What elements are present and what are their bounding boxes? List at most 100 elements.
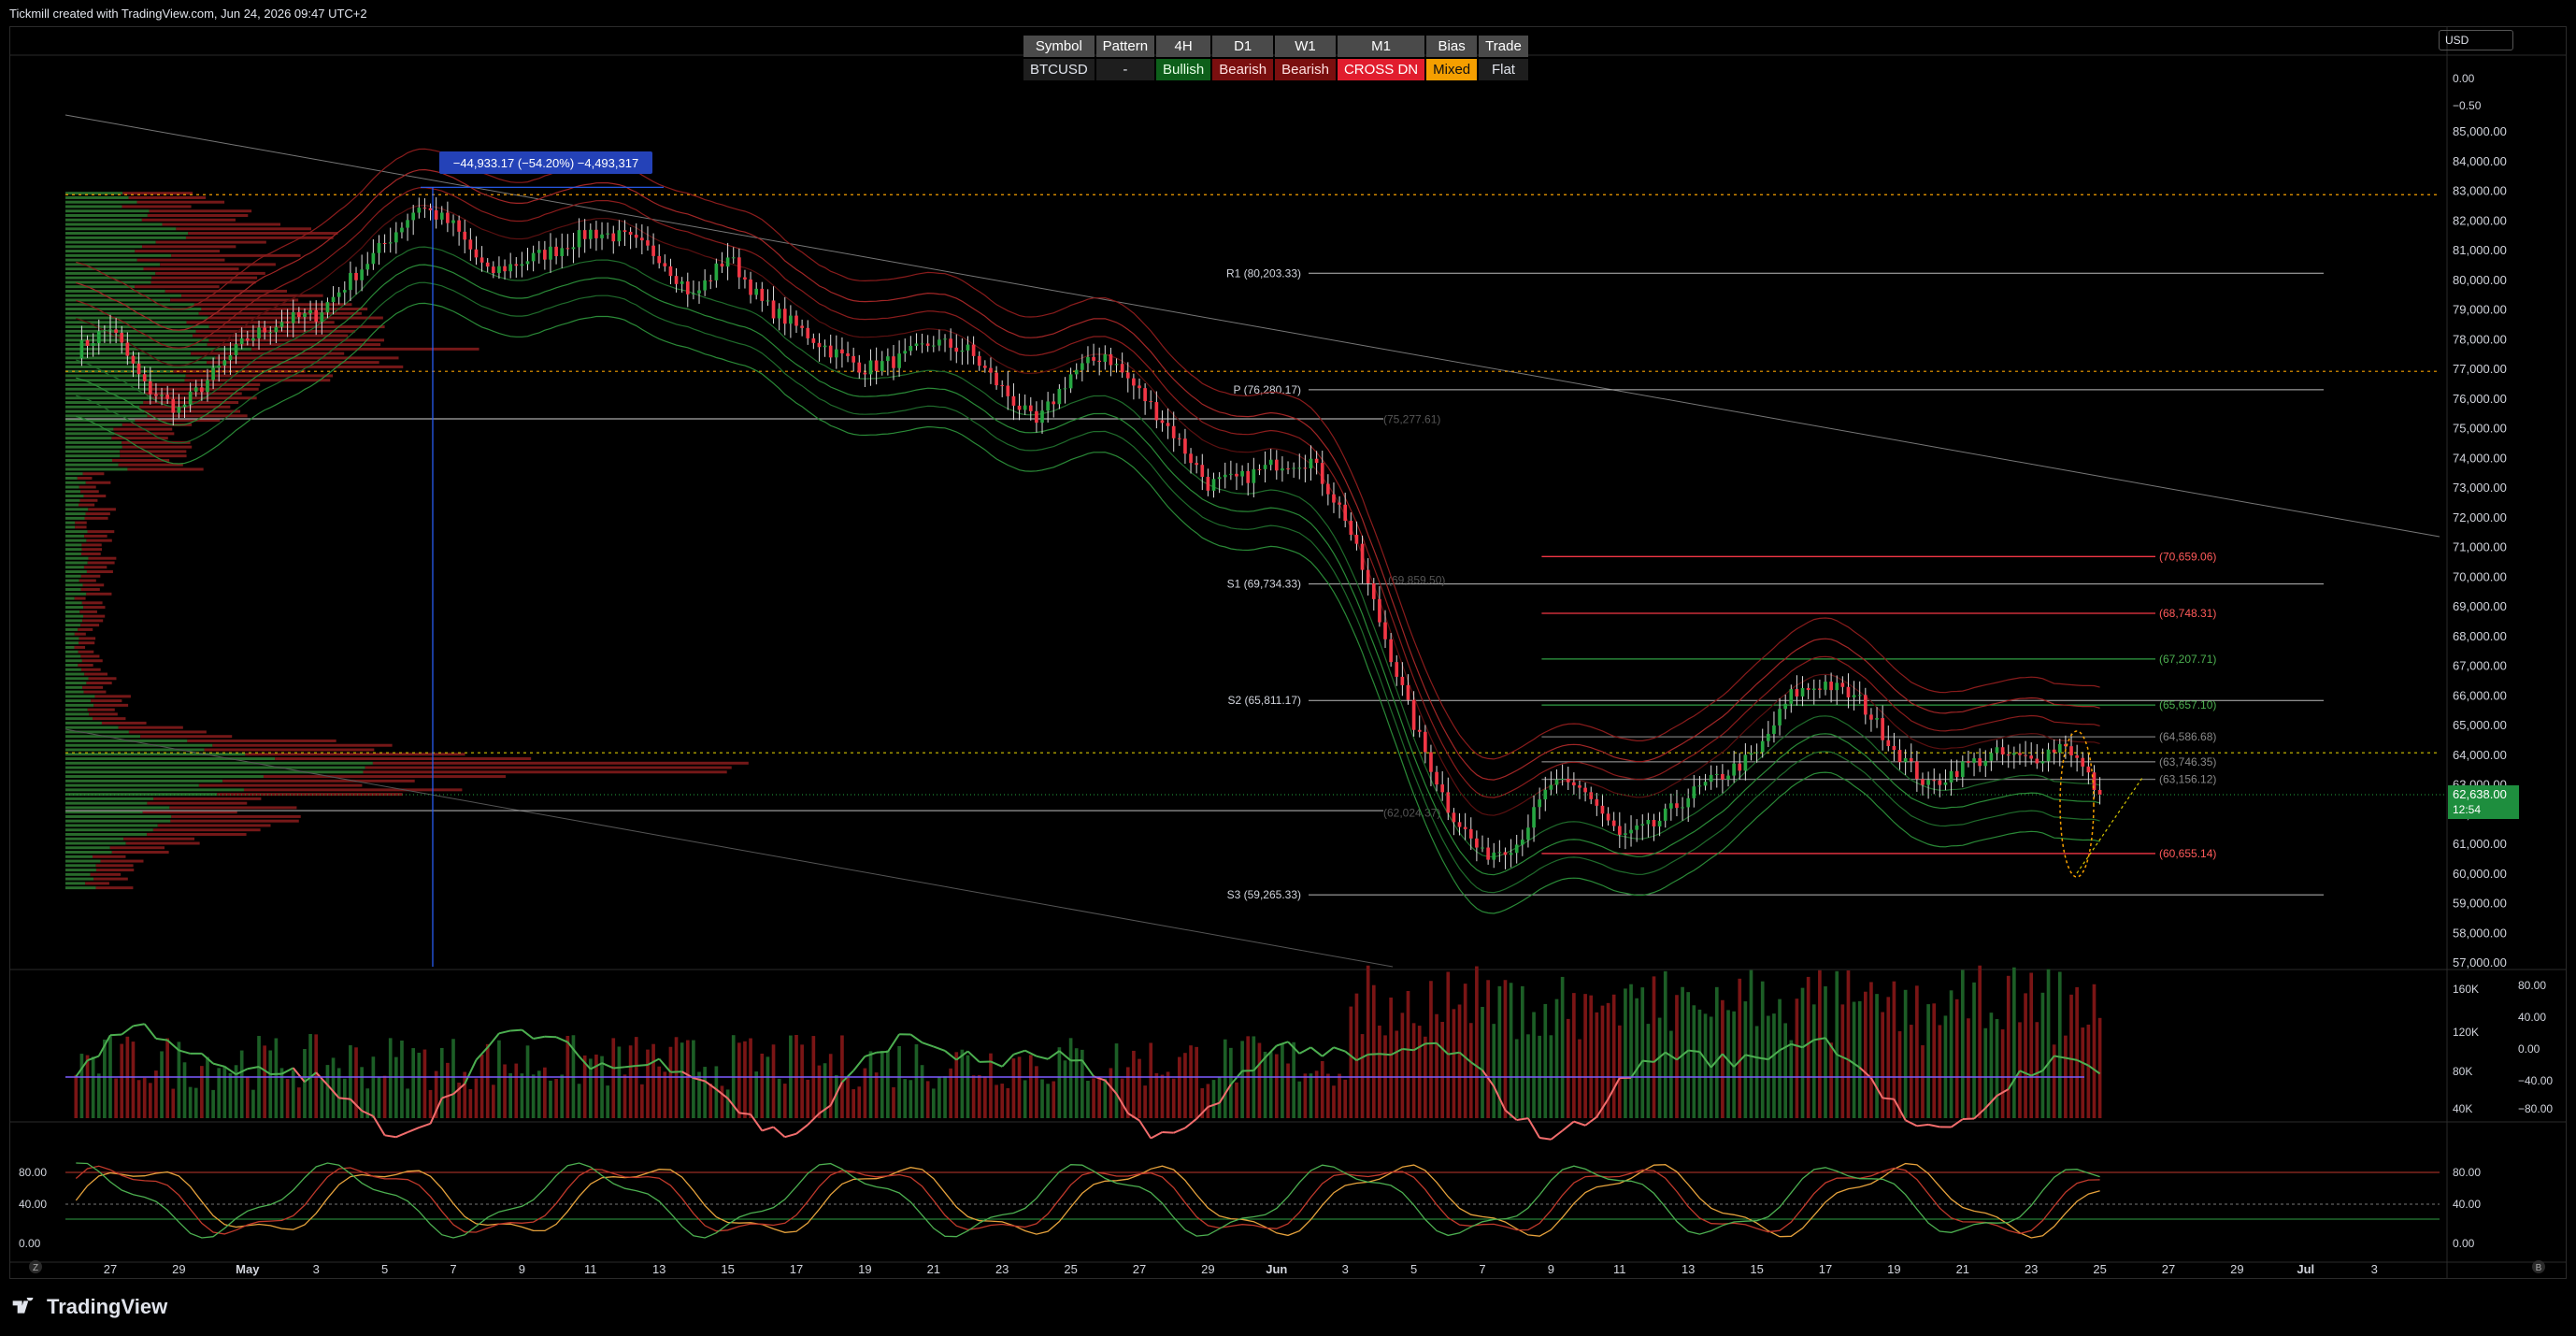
oscillator-line-segment bbox=[521, 1028, 535, 1040]
volume-profile-bar-up bbox=[65, 467, 128, 471]
volume-profile-bar-down bbox=[208, 316, 383, 320]
stochastic-right-label: 0.00 bbox=[2453, 1237, 2475, 1250]
volume-bar-down bbox=[983, 1076, 987, 1118]
volume-bar-up bbox=[1703, 1013, 1708, 1118]
volume-bar-down bbox=[1566, 1018, 1570, 1118]
candle-down bbox=[771, 300, 776, 319]
candle-down bbox=[1092, 356, 1095, 361]
volume-bar-down bbox=[640, 1084, 644, 1118]
volume-bar-up bbox=[1766, 1015, 1770, 1118]
volume-profile-bar-up bbox=[65, 271, 156, 275]
candle-up bbox=[1709, 774, 1713, 783]
volume-profile-bar-up bbox=[65, 253, 172, 257]
volume-bar-up bbox=[1754, 1026, 1759, 1118]
candle-down bbox=[1314, 458, 1319, 464]
volume-bar-down bbox=[949, 1068, 952, 1118]
candle-down bbox=[1035, 410, 1038, 424]
volume-profile-bar-down bbox=[120, 450, 187, 453]
volume-bar-up bbox=[1040, 1079, 1044, 1118]
volume-bar-down bbox=[1035, 1066, 1038, 1118]
candle-down bbox=[1606, 813, 1610, 821]
volume-profile-bar-up bbox=[65, 401, 144, 405]
candle-up bbox=[966, 344, 970, 351]
candle-down bbox=[1195, 463, 1199, 466]
volume-profile-bar-up bbox=[65, 543, 82, 547]
volume-bar-up bbox=[537, 1070, 541, 1118]
volume-bar-up bbox=[714, 1066, 719, 1118]
volume-profile-bar-up bbox=[65, 841, 126, 845]
price-tick-label: 78,000.00 bbox=[2453, 332, 2507, 346]
candle-up bbox=[1772, 725, 1776, 734]
volume-profile-bar-down bbox=[243, 788, 463, 792]
volume-profile-bar-up bbox=[65, 561, 88, 565]
volume-profile-bar-down bbox=[149, 209, 252, 213]
volume-bar-down bbox=[846, 1077, 850, 1118]
level-label: (63,746.35) bbox=[2159, 755, 2216, 769]
candle-up bbox=[360, 269, 364, 280]
volume-bar-down bbox=[1440, 1021, 1445, 1118]
candle-down bbox=[514, 264, 519, 266]
candle-down bbox=[623, 230, 627, 232]
candle-up bbox=[1057, 388, 1062, 405]
tradingview-logo[interactable]: TradingView bbox=[11, 1295, 167, 1319]
volume-profile-bar-up bbox=[65, 356, 216, 360]
volume-profile-bar-down bbox=[118, 725, 183, 729]
chart-area[interactable]: 85,000.00 84,000.00 83,000.00 82,000.00 81,0… bbox=[9, 26, 2567, 1279]
oscillator-line-segment bbox=[1882, 1097, 1895, 1100]
volume-profile-bar-down bbox=[88, 556, 117, 560]
price-tick-label: 58,000.00 bbox=[2453, 926, 2507, 940]
candle-up bbox=[1497, 852, 1502, 854]
volume-profile-bar-up bbox=[65, 382, 153, 386]
price-tick-label: 85,000.00 bbox=[2453, 124, 2507, 138]
candle-up bbox=[1268, 459, 1273, 466]
volume-bar-up bbox=[1292, 1042, 1295, 1118]
volume-profile-bar-up bbox=[65, 285, 136, 289]
volume-bar-down bbox=[543, 1067, 547, 1118]
volume-profile-bar-up bbox=[65, 624, 81, 627]
candle-down bbox=[85, 339, 90, 346]
volume-profile-bar-up bbox=[65, 703, 94, 707]
oscillator-line-segment bbox=[1162, 1130, 1174, 1134]
volume-profile-bar-down bbox=[84, 672, 107, 676]
summary-header-symbol: Symbol bbox=[1023, 36, 1095, 57]
upper-band bbox=[76, 186, 2100, 798]
volume-bar-down bbox=[1406, 990, 1410, 1118]
candle-up bbox=[1640, 824, 1645, 826]
volume-bar-down bbox=[720, 1085, 724, 1118]
volume-profile-bar-down bbox=[79, 637, 96, 640]
candle-up bbox=[371, 252, 376, 265]
volume-bar-down bbox=[1892, 981, 1896, 1118]
candle-up bbox=[206, 380, 209, 393]
candle-down bbox=[1160, 420, 1165, 424]
chart-canvas[interactable]: 85,000.00 84,000.00 83,000.00 82,000.00 81,0… bbox=[9, 26, 2567, 1279]
volume-bar-down bbox=[771, 1044, 776, 1118]
candle-down bbox=[1177, 438, 1181, 439]
volume-bar-up bbox=[377, 1076, 381, 1118]
volume-profile-bar-down bbox=[91, 699, 122, 703]
oscillator-line-segment bbox=[544, 1035, 557, 1039]
volume-profile-bar-down bbox=[151, 276, 258, 280]
price-tick-label: 66,000.00 bbox=[2453, 688, 2507, 702]
volume-bar-down bbox=[446, 1062, 450, 1118]
candle-up bbox=[1857, 695, 1862, 697]
volume-profile-bar-down bbox=[80, 624, 100, 627]
volume-profile-bar-down bbox=[83, 690, 107, 694]
volume-profile-bar-down bbox=[171, 253, 301, 257]
candle-down bbox=[1897, 750, 1902, 763]
candle-up bbox=[79, 339, 84, 359]
price-tick-label: 65,000.00 bbox=[2453, 718, 2507, 732]
oscillator-line-segment bbox=[1138, 1119, 1152, 1140]
currency-selector[interactable]: USD bbox=[2439, 30, 2513, 50]
volume-profile-bar-down bbox=[186, 321, 335, 324]
volume-bar-down bbox=[1320, 1060, 1324, 1118]
volume-bar-down bbox=[663, 1071, 667, 1118]
volume-profile-bar-up bbox=[65, 851, 112, 855]
volume-profile-bar-down bbox=[176, 227, 312, 231]
volume-profile-bar-down bbox=[204, 748, 375, 752]
volume-bar-down bbox=[925, 1081, 930, 1118]
volume-profile-bar-down bbox=[83, 566, 107, 569]
candle-down bbox=[2081, 757, 2085, 767]
candle-up bbox=[1481, 847, 1484, 849]
volume-bar-down bbox=[1097, 1078, 1102, 1118]
volume-bar-up bbox=[349, 1045, 352, 1118]
